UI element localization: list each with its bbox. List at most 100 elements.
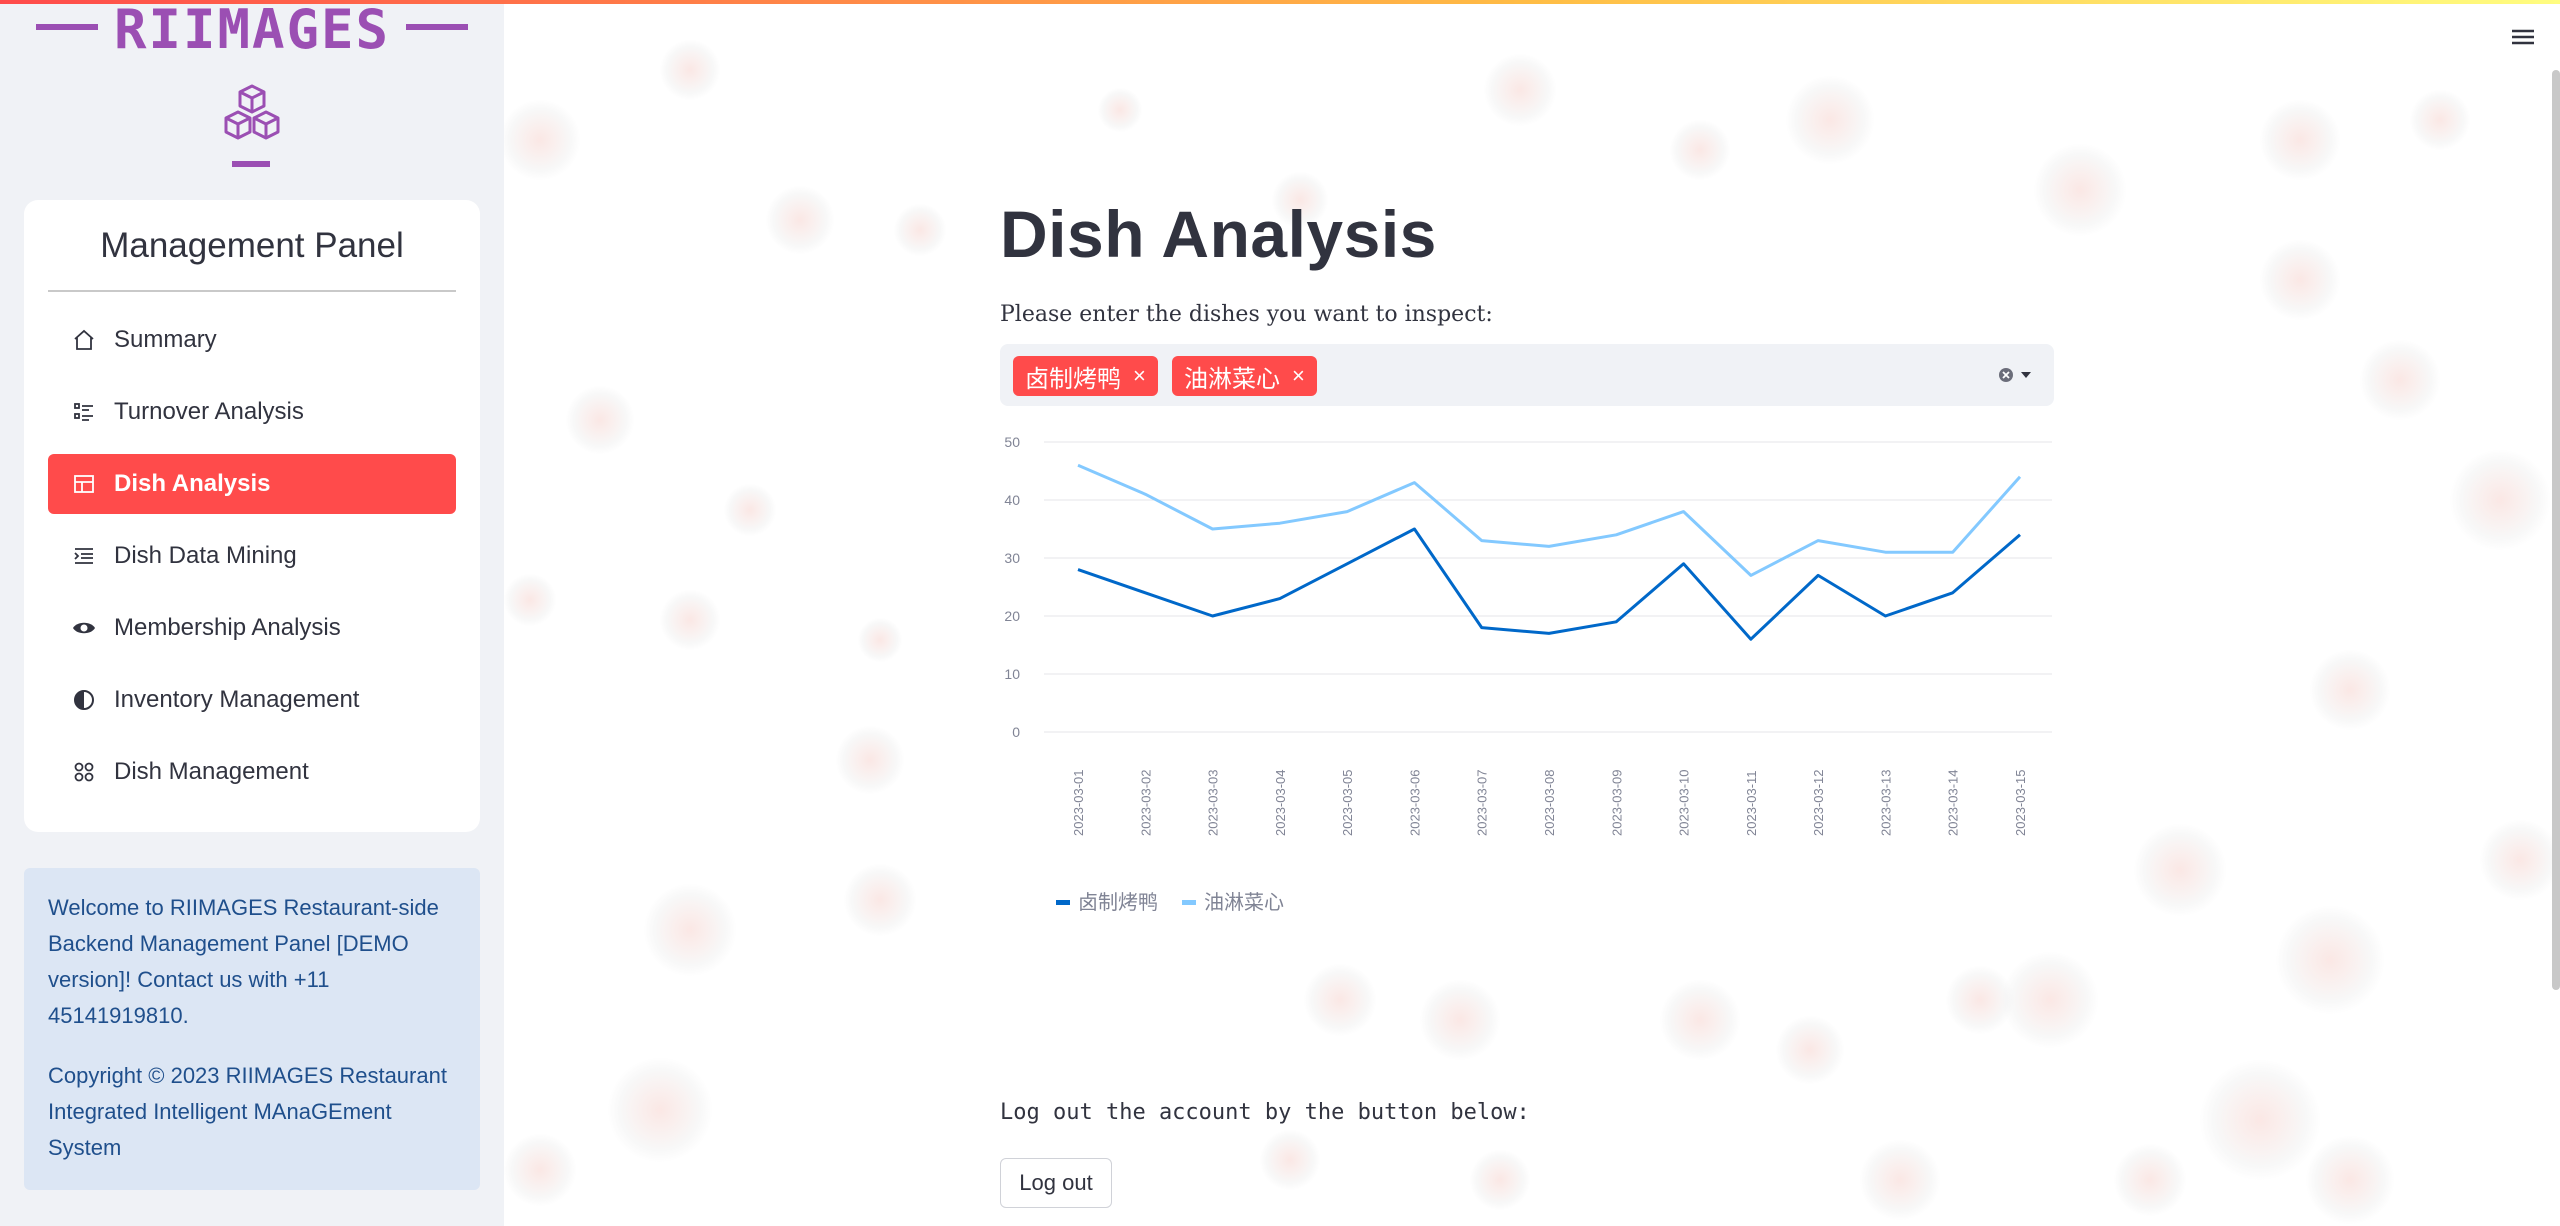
sidebar-item-label: Membership Analysis (114, 614, 341, 641)
logout-button[interactable]: Log out (1000, 1158, 1112, 1208)
y-tick-label: 50 (1004, 434, 1020, 450)
background-food-item (2200, 1060, 2320, 1180)
sidebar-item-summary[interactable]: Summary (48, 310, 456, 370)
sidebar-item-label: Dish Management (114, 758, 309, 785)
welcome-text: Welcome to RIIMAGES Restaurant-side Back… (48, 895, 439, 1028)
sidebar-item-label: Inventory Management (114, 686, 360, 713)
sidebar: RIIMAGES Management Panel Summary Turnov… (0, 0, 504, 1226)
x-tick-label: 2023-03-13 (1878, 770, 1893, 837)
hamburger-menu-icon[interactable] (2510, 26, 2536, 48)
management-panel-card (24, 200, 480, 832)
sidebar-item-label: Dish Data Mining (114, 542, 297, 569)
x-tick-label: 2023-03-04 (1273, 770, 1288, 837)
background-food-item (1470, 1150, 1530, 1210)
sidebar-item-dish-management[interactable]: Dish Management (48, 742, 456, 802)
page-title: Dish Analysis (1000, 197, 1437, 271)
selected-dish-chip[interactable]: 卤制烤鸭 × (1013, 356, 1158, 396)
background-food-item (660, 40, 720, 100)
dish-multiselect[interactable]: 卤制烤鸭 × 油淋菜心 × (1000, 344, 2054, 406)
background-food-item (504, 574, 556, 626)
text-indent-icon (70, 542, 98, 570)
x-tick-label: 2023-03-02 (1138, 770, 1153, 837)
background-food-item (2306, 1136, 2394, 1224)
logo-underline (232, 161, 270, 167)
background-food-item (1260, 1130, 1320, 1190)
logo-dash-right (406, 24, 468, 30)
background-food-item (1860, 1140, 1940, 1220)
chip-remove-icon[interactable]: × (1133, 363, 1146, 389)
x-tick-label: 2023-03-07 (1475, 770, 1490, 837)
background-food-item (2450, 450, 2550, 550)
series-line-2 (1077, 463, 2022, 577)
background-food-item (1484, 54, 1556, 126)
panel-divider (48, 290, 456, 292)
background-food-item (1670, 120, 1730, 180)
list-check-icon (70, 398, 98, 426)
y-tick-label: 20 (1004, 608, 1020, 624)
scrollbar[interactable] (2552, 70, 2560, 990)
y-tick-label: 10 (1004, 666, 1020, 682)
y-tick-label: 0 (1012, 724, 1020, 740)
background-food-item (1660, 980, 1740, 1060)
sidebar-item-inventory-management[interactable]: Inventory Management (48, 670, 456, 730)
background-food-item (2134, 824, 2226, 916)
background-food-item (2002, 952, 2098, 1048)
background-food-item (1304, 964, 1376, 1036)
sidebar-item-label: Summary (114, 326, 217, 353)
sidebar-item-membership-analysis[interactable]: Membership Analysis (48, 598, 456, 658)
background-food-item (836, 726, 904, 794)
x-tick-label: 2023-03-15 (2013, 770, 2028, 837)
sidebar-item-dish-data-mining[interactable]: Dish Data Mining (48, 526, 456, 586)
chip-label: 卤制烤鸭 (1025, 365, 1121, 393)
background-food-item (724, 484, 776, 536)
background-food-item (1420, 980, 1500, 1060)
sidebar-item-turnover-analysis[interactable]: Turnover Analysis (48, 382, 456, 442)
chevron-down-icon[interactable] (2020, 370, 2032, 380)
logo-text: RIIMAGES (113, 0, 391, 61)
background-food-item (1098, 88, 1142, 132)
half-circle-icon (70, 686, 98, 714)
x-tick-label: 2023-03-14 (1946, 770, 1961, 837)
background-food-item (2360, 340, 2440, 420)
background-food-item (608, 1058, 712, 1162)
background-food-item (504, 1134, 576, 1206)
y-tick-label: 40 (1004, 492, 1020, 508)
x-tick-label: 2023-03-11 (1744, 770, 1759, 836)
background-food-item (2260, 100, 2340, 180)
eye-icon (70, 614, 98, 642)
background-food-item (2480, 820, 2560, 900)
background-food-item (2310, 650, 2390, 730)
x-tick-label: 2023-03-03 (1206, 770, 1221, 837)
y-tick-label: 30 (1004, 550, 1020, 566)
legend-label: 卤制烤鸭 (1078, 890, 1158, 914)
background-food-item (2034, 144, 2126, 236)
x-tick-label: 2023-03-12 (1811, 770, 1826, 837)
background-food-item (2114, 1144, 2186, 1216)
selected-dish-chip[interactable]: 油淋菜心 × (1172, 356, 1317, 396)
background-food-item (894, 204, 946, 256)
cubes-icon (224, 84, 280, 140)
background-food-item (766, 186, 834, 254)
legend-swatch (1182, 900, 1196, 905)
clear-all-icon[interactable] (1998, 367, 2014, 383)
background-food-item (644, 884, 736, 976)
background-food-item (2276, 906, 2384, 1014)
legend-swatch (1056, 900, 1070, 905)
background-food-item (1776, 1016, 1844, 1084)
layout-icon (70, 470, 98, 498)
sidebar-item-dish-analysis[interactable]: Dish Analysis (48, 454, 456, 514)
background-food-item (500, 100, 580, 180)
x-tick-label: 2023-03-05 (1340, 770, 1355, 837)
background-food-item (566, 386, 634, 454)
x-tick-label: 2023-03-10 (1677, 770, 1692, 837)
background-food-item (660, 590, 720, 650)
dish-sales-line-chart: 0 10 20 30 40 50 2023-03-01 2023-03-02 2023-03-0… (1004, 434, 2052, 914)
chip-remove-icon[interactable]: × (1292, 363, 1305, 389)
copyright-text: Copyright © 2023 RIIMAGES Restaurant Int… (48, 1063, 447, 1160)
x-tick-label: 2023-03-06 (1407, 770, 1422, 837)
panel-title: Management Panel (100, 226, 404, 265)
home-icon (70, 326, 98, 354)
sidebar-item-label: Turnover Analysis (114, 398, 304, 425)
x-tick-label: 2023-03-08 (1542, 770, 1557, 837)
sidebar-item-label: Dish Analysis (114, 470, 271, 497)
